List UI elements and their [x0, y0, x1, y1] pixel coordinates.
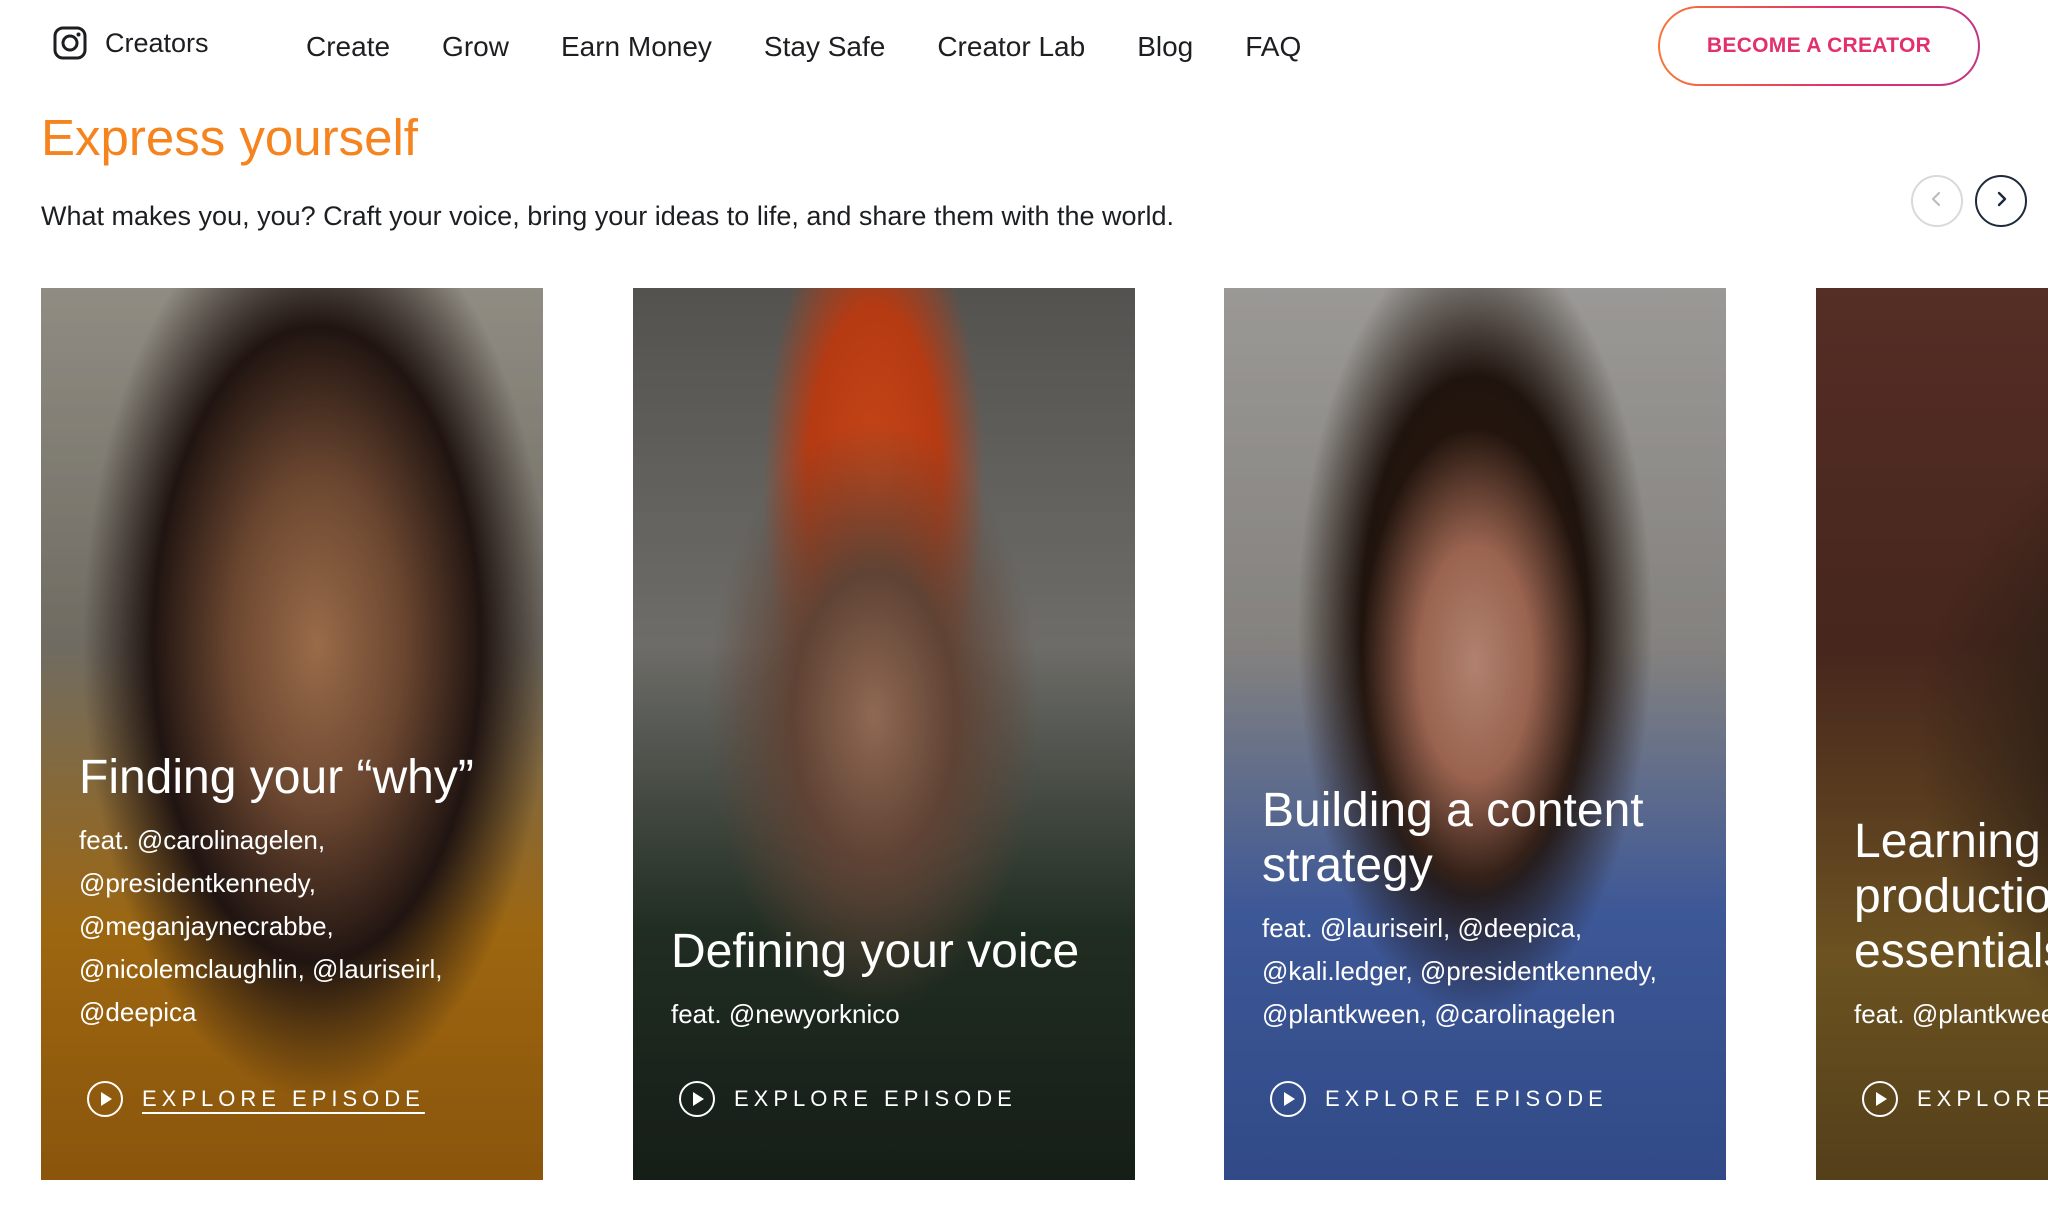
nav-item-create[interactable]: Create — [306, 31, 390, 63]
explore-episode-label: EXPLORE EPISODE — [734, 1086, 1017, 1111]
episode-carousel: Finding your “why” feat. @carolinagelen,… — [0, 288, 2048, 1180]
nav-item-grow[interactable]: Grow — [442, 31, 509, 63]
episode-featured-creators: feat. @plantkween — [1854, 999, 2048, 1029]
episode-card-text: Learning production essentials feat. @pl… — [1854, 814, 2048, 1036]
episode-title: Finding your “why” — [79, 751, 474, 804]
episode-title: Defining your voice — [671, 925, 1080, 978]
logo-text: Creators — [105, 27, 209, 58]
explore-episode-link[interactable]: EXPLORE EPISODE — [86, 1080, 425, 1118]
episode-card-learning-production-essentials[interactable]: Learning production essentials feat. @pl… — [1816, 288, 2048, 1180]
episode-title: Building a content strategy — [1262, 784, 1644, 892]
explore-episode-link[interactable]: EXPLORE EPISODE — [678, 1080, 1017, 1118]
explore-episode-label: EXPLORE EPISODE — [1917, 1086, 2048, 1111]
explore-episode-link[interactable]: EXPLORE EPISODE — [1269, 1080, 1608, 1118]
explore-episode-label: EXPLORE EPISODE — [142, 1086, 425, 1111]
episode-title: Learning production essentials — [1854, 815, 2048, 978]
episode-card-building-a-content-strategy[interactable]: Building a content strategy feat. @lauri… — [1224, 288, 1726, 1180]
become-a-creator-button[interactable]: BECOME A CREATOR — [1658, 6, 1980, 86]
instagram-icon — [53, 26, 87, 60]
nav-item-blog[interactable]: Blog — [1137, 31, 1193, 63]
nav-item-stay-safe[interactable]: Stay Safe — [764, 31, 885, 63]
carousel-next-button[interactable] — [1975, 175, 2027, 227]
episode-card-text: Finding your “why” feat. @carolinagelen,… — [79, 750, 523, 1034]
episode-card-defining-your-voice[interactable]: Defining your voice feat. @newyorknico E… — [633, 288, 1135, 1180]
main-nav: Create Grow Earn Money Stay Safe Creator… — [306, 26, 1301, 68]
episode-card-finding-your-why[interactable]: Finding your “why” feat. @carolinagelen,… — [41, 288, 543, 1180]
chevron-right-icon — [1993, 190, 2009, 213]
play-icon — [86, 1080, 124, 1118]
explore-episode-label: EXPLORE EPISODE — [1325, 1086, 1608, 1111]
become-a-creator-label: BECOME A CREATOR — [1660, 8, 1978, 84]
episode-featured-creators: feat. @newyorknico — [671, 999, 900, 1029]
section-title: Express yourself — [41, 109, 418, 166]
explore-episode-link[interactable]: EXPLORE EPISODE — [1861, 1080, 2048, 1118]
chevron-left-icon — [1929, 190, 1945, 213]
episode-card-text: Defining your voice feat. @newyorknico — [671, 924, 1115, 1036]
episode-featured-creators: feat. @lauriseirl, @deepica, @kali.ledge… — [1262, 913, 1657, 1029]
play-icon — [1269, 1080, 1307, 1118]
nav-item-creator-lab[interactable]: Creator Lab — [937, 31, 1085, 63]
play-icon — [678, 1080, 716, 1118]
section-subtitle: What makes you, you? Craft your voice, b… — [41, 201, 1175, 231]
carousel-prev-button[interactable] — [1911, 175, 1963, 227]
nav-item-earn-money[interactable]: Earn Money — [561, 31, 712, 63]
nav-item-faq[interactable]: FAQ — [1245, 31, 1301, 63]
episode-featured-creators: feat. @carolinagelen, @presidentkennedy,… — [79, 825, 443, 1027]
play-icon — [1861, 1080, 1899, 1118]
episode-card-text: Building a content strategy feat. @lauri… — [1262, 783, 1706, 1036]
creators-logo[interactable]: Creators — [53, 24, 209, 62]
